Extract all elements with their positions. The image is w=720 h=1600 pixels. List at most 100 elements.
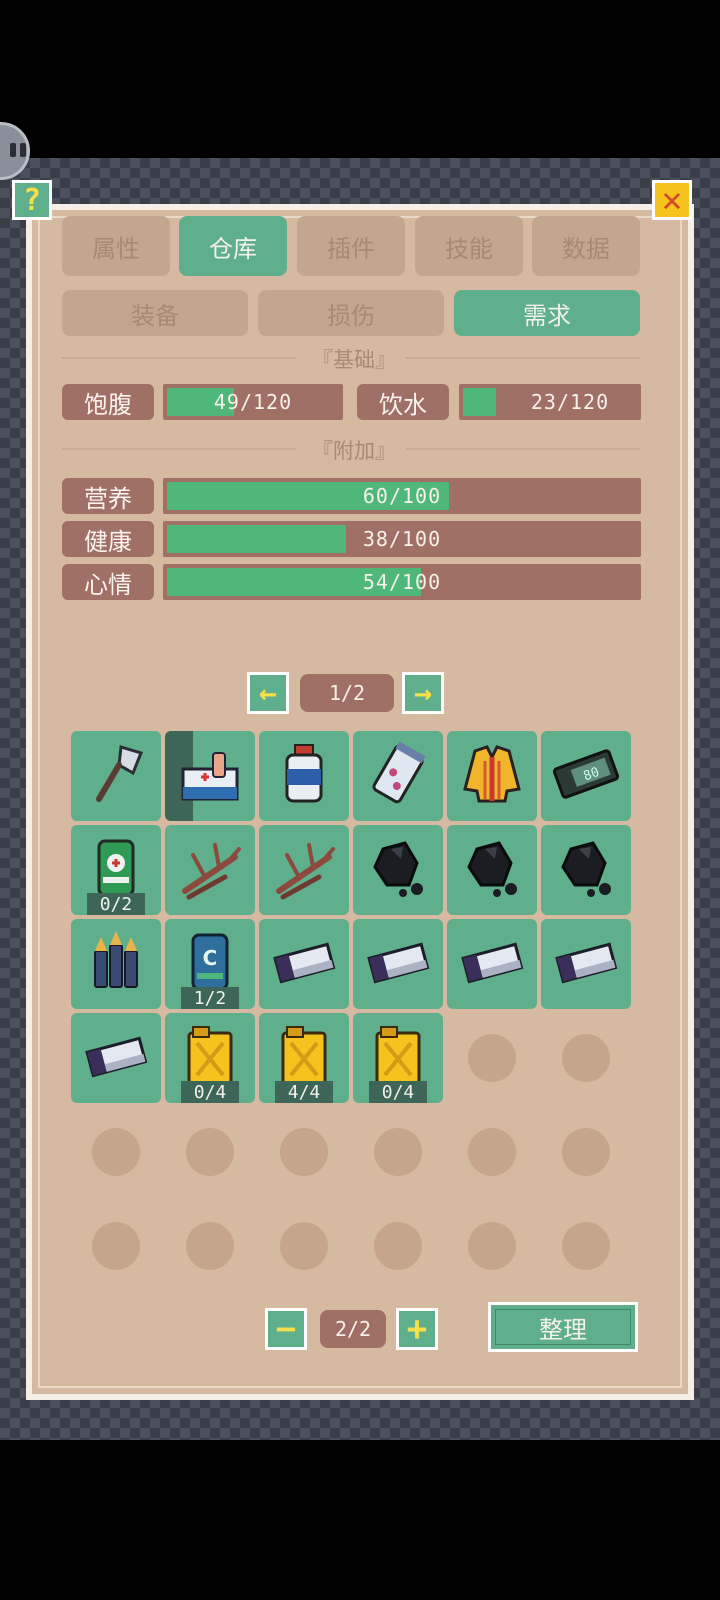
item-count: 4/4 [275,1081,333,1103]
inventory-slot[interactable] [71,731,161,821]
tab-label: 技能 [445,234,493,263]
battery-icon [85,1036,148,1078]
pause-icon-bar [20,143,26,157]
inventory-slot[interactable] [353,731,443,821]
empty-slot[interactable] [374,1222,422,1270]
health-label: 健康 [62,521,154,557]
empty-slot[interactable] [562,1222,610,1270]
empty-slot[interactable] [92,1128,140,1176]
close-icon: ✕ [661,180,683,220]
empty-slot[interactable] [468,1128,516,1176]
battery-icon [273,942,336,984]
divider [406,357,640,359]
capacity-indicator: 2/2 [320,1310,386,1348]
empty-slot[interactable] [92,1222,140,1270]
digital-device-icon: 80 [552,749,620,799]
branches-icon [276,843,335,900]
jacket-icon [463,745,521,803]
increase-capacity-button[interactable]: + [396,1308,438,1350]
bullets-icon [94,931,138,988]
nutrition-label: 营养 [62,478,154,514]
satiety-value: 49/120 [213,390,293,414]
tab-data[interactable]: 数据 [532,216,640,276]
sort-button[interactable]: 整理 [488,1302,638,1352]
section-title-extra: 『附加』 [312,439,396,463]
empty-slot[interactable] [186,1128,234,1176]
satiety-bar: 49/120 [163,384,343,420]
inventory-slot[interactable]: 80 [541,731,631,821]
tab-attributes[interactable]: 属性 [62,216,170,276]
inventory-slot[interactable]: 0/2 [71,825,161,915]
pause-icon-bar [10,143,16,157]
inventory-slot[interactable]: 0/4 [353,1013,443,1103]
inventory-slot[interactable] [165,825,255,915]
close-button[interactable]: ✕ [652,180,692,220]
tab-warehouse[interactable]: 仓库 [179,216,287,276]
inventory-slot[interactable] [541,919,631,1009]
decrease-capacity-button[interactable]: − [265,1308,307,1350]
empty-slot[interactable] [280,1222,328,1270]
water-bar-fill [463,388,496,416]
inventory-slot[interactable]: 4/4 [259,1013,349,1103]
section-title-basic: 『基础』 [312,348,396,372]
subtab-label: 需求 [523,301,571,330]
battery-icon [461,942,524,984]
inventory-slot[interactable] [259,731,349,821]
sort-label: 整理 [539,1315,587,1344]
inventory-slot[interactable] [165,731,255,821]
arrow-left-icon: ← [258,675,278,711]
satiety-label: 饱腹 [62,384,154,420]
mood-value: 54/100 [362,570,442,594]
inventory-slot[interactable] [353,825,443,915]
inventory-slot[interactable]: C 1/2 [165,919,255,1009]
empty-slot[interactable] [562,1128,610,1176]
arrow-right-icon: → [413,675,433,711]
tab-skills[interactable]: 技能 [415,216,523,276]
help-icon: ? [22,182,42,218]
empty-slot[interactable] [186,1222,234,1270]
tab-label: 属性 [92,234,140,263]
item-count: 1/2 [181,987,239,1009]
water-value: 23/120 [530,390,610,414]
inventory-slot[interactable] [259,825,349,915]
water-bar: 23/120 [459,384,641,420]
item-count: 0/4 [369,1081,427,1103]
coal-icon [373,841,423,897]
pill-bottle-icon [285,744,323,803]
help-button[interactable]: ? [12,180,52,220]
empty-slot[interactable] [280,1128,328,1176]
minus-icon: − [275,1309,297,1349]
inventory-slot[interactable] [353,919,443,1009]
subtab-injury[interactable]: 损伤 [258,290,444,336]
subtab-label: 装备 [131,301,179,330]
next-page-button[interactable]: → [402,672,444,714]
empty-slot[interactable] [562,1034,610,1082]
inventory-slot[interactable] [447,919,537,1009]
inventory-slot[interactable]: 0/4 [165,1013,255,1103]
inventory-slot[interactable] [447,731,537,821]
nutrition-bar: 60/100 [163,478,641,514]
inventory-slot[interactable] [259,919,349,1009]
subtab-equipment[interactable]: 装备 [62,290,248,336]
divider [62,448,296,450]
empty-slot[interactable] [374,1128,422,1176]
subtab-needs[interactable]: 需求 [454,290,640,336]
inventory-slot[interactable] [71,1013,161,1103]
coal-icon [467,841,517,897]
branches-icon [182,843,241,900]
first-aid-kit-icon [181,752,239,801]
empty-slot[interactable] [468,1222,516,1270]
mood-label: 心情 [62,564,154,600]
empty-slot[interactable] [468,1034,516,1082]
inventory-slot[interactable] [541,825,631,915]
tab-label: 仓库 [209,234,257,263]
inventory-slot[interactable] [447,825,537,915]
tab-label: 数据 [562,234,610,263]
tab-plugins[interactable]: 插件 [297,216,405,276]
page-indicator: 1/2 [300,674,394,712]
coal-icon [561,841,611,897]
health-bar: 38/100 [163,521,641,557]
battery-icon [555,942,618,984]
inventory-slot[interactable] [71,919,161,1009]
prev-page-button[interactable]: ← [247,672,289,714]
